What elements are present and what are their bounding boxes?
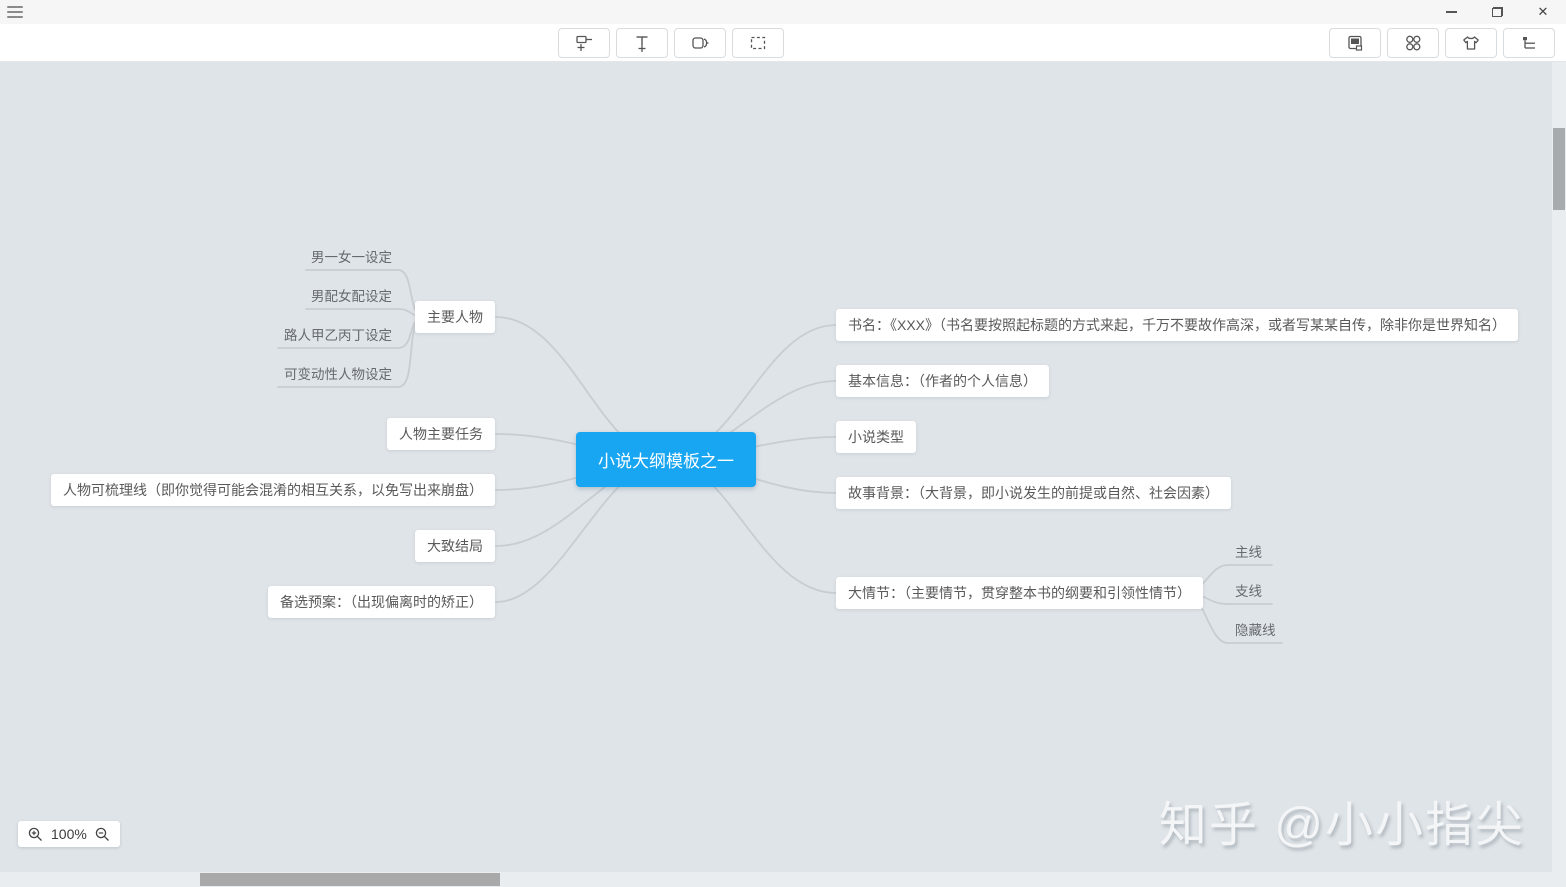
window-controls: ✕ [1428, 0, 1566, 24]
node-rough-ending[interactable]: 大致结局 [415, 530, 495, 562]
theme-button[interactable] [1445, 28, 1497, 58]
horizontal-scrollbar-thumb[interactable] [200, 873, 500, 886]
toolbar-right-group [1329, 28, 1555, 58]
outline-button[interactable] [1503, 28, 1555, 58]
restore-button[interactable] [1474, 0, 1520, 24]
summary-brace-icon [692, 37, 709, 49]
node-backup-plan[interactable]: 备选预案：（出现偏离时的矫正） [268, 586, 495, 618]
title-bar: ✕ [0, 0, 1566, 24]
node-major-plot[interactable]: 大情节：（主要情节，贯穿整本书的纲要和引领性情节） [836, 577, 1203, 609]
node-main-characters[interactable]: 主要人物 [415, 301, 495, 333]
text-plus-icon [636, 36, 648, 52]
zoom-level: 100% [51, 826, 87, 842]
minimize-icon [1445, 11, 1457, 13]
restore-icon [1491, 7, 1503, 17]
vertical-scrollbar-thumb[interactable] [1553, 128, 1565, 210]
node-lead-roles[interactable]: 男一女一设定 [311, 248, 392, 268]
node-character-relations[interactable]: 人物可梳理线（即你觉得可能会混淆的相互关系，以免写出来崩盘） [51, 474, 495, 506]
root-node[interactable]: 小说大纲模板之一 [576, 432, 756, 487]
node-hidden-line[interactable]: 隐藏线 [1235, 621, 1276, 641]
select-area-button[interactable] [732, 28, 784, 58]
zoom-control: 100% [18, 821, 120, 847]
magnifier-minus-icon[interactable] [94, 826, 111, 843]
insert-node-button[interactable] [558, 28, 610, 58]
node-story-background[interactable]: 故事背景：（大背景，即小说发生的前提或自然、社会因素） [836, 477, 1231, 509]
vertical-scrollbar[interactable] [1552, 61, 1566, 872]
node-passerby-roles[interactable]: 路人甲乙丙丁设定 [284, 326, 392, 346]
node-branch-line[interactable]: 支线 [1235, 582, 1262, 602]
insert-text-button[interactable] [616, 28, 668, 58]
node-basic-info[interactable]: 基本信息：（作者的个人信息） [836, 365, 1049, 397]
summary-button[interactable] [674, 28, 726, 58]
mindmap-canvas[interactable]: 小说大纲模板之一 主要人物 人物主要任务 人物可梳理线（即你觉得可能会混淆的相互… [0, 61, 1566, 887]
dashed-box-icon [750, 36, 766, 50]
toolbar-left-group [558, 28, 784, 58]
style-card-button[interactable] [1329, 28, 1381, 58]
node-main-line[interactable]: 主线 [1235, 543, 1262, 563]
node-plus-icon [576, 35, 592, 51]
close-button[interactable]: ✕ [1520, 0, 1566, 24]
four-shapes-icon [1406, 35, 1421, 51]
node-supporting-roles[interactable]: 男配女配设定 [311, 287, 392, 307]
node-variable-roles[interactable]: 可变动性人物设定 [284, 365, 392, 385]
node-novel-type[interactable]: 小说类型 [836, 421, 916, 453]
minimize-button[interactable] [1428, 0, 1474, 24]
close-icon: ✕ [1537, 4, 1549, 19]
toolbar [0, 24, 1566, 62]
structure-button[interactable] [1387, 28, 1439, 58]
node-character-tasks[interactable]: 人物主要任务 [387, 418, 495, 450]
magnifier-plus-icon[interactable] [27, 826, 44, 843]
node-book-title[interactable]: 书名：《XXX》（书名要按照起标题的方式来起，千万不要故作高深，或者写某某自传，… [836, 309, 1519, 341]
menu-hamburger-icon[interactable] [7, 6, 23, 18]
card-icon [1348, 35, 1363, 51]
outline-list-icon [1523, 37, 1535, 49]
tshirt-icon [1463, 36, 1479, 50]
horizontal-scrollbar[interactable] [0, 872, 1566, 887]
